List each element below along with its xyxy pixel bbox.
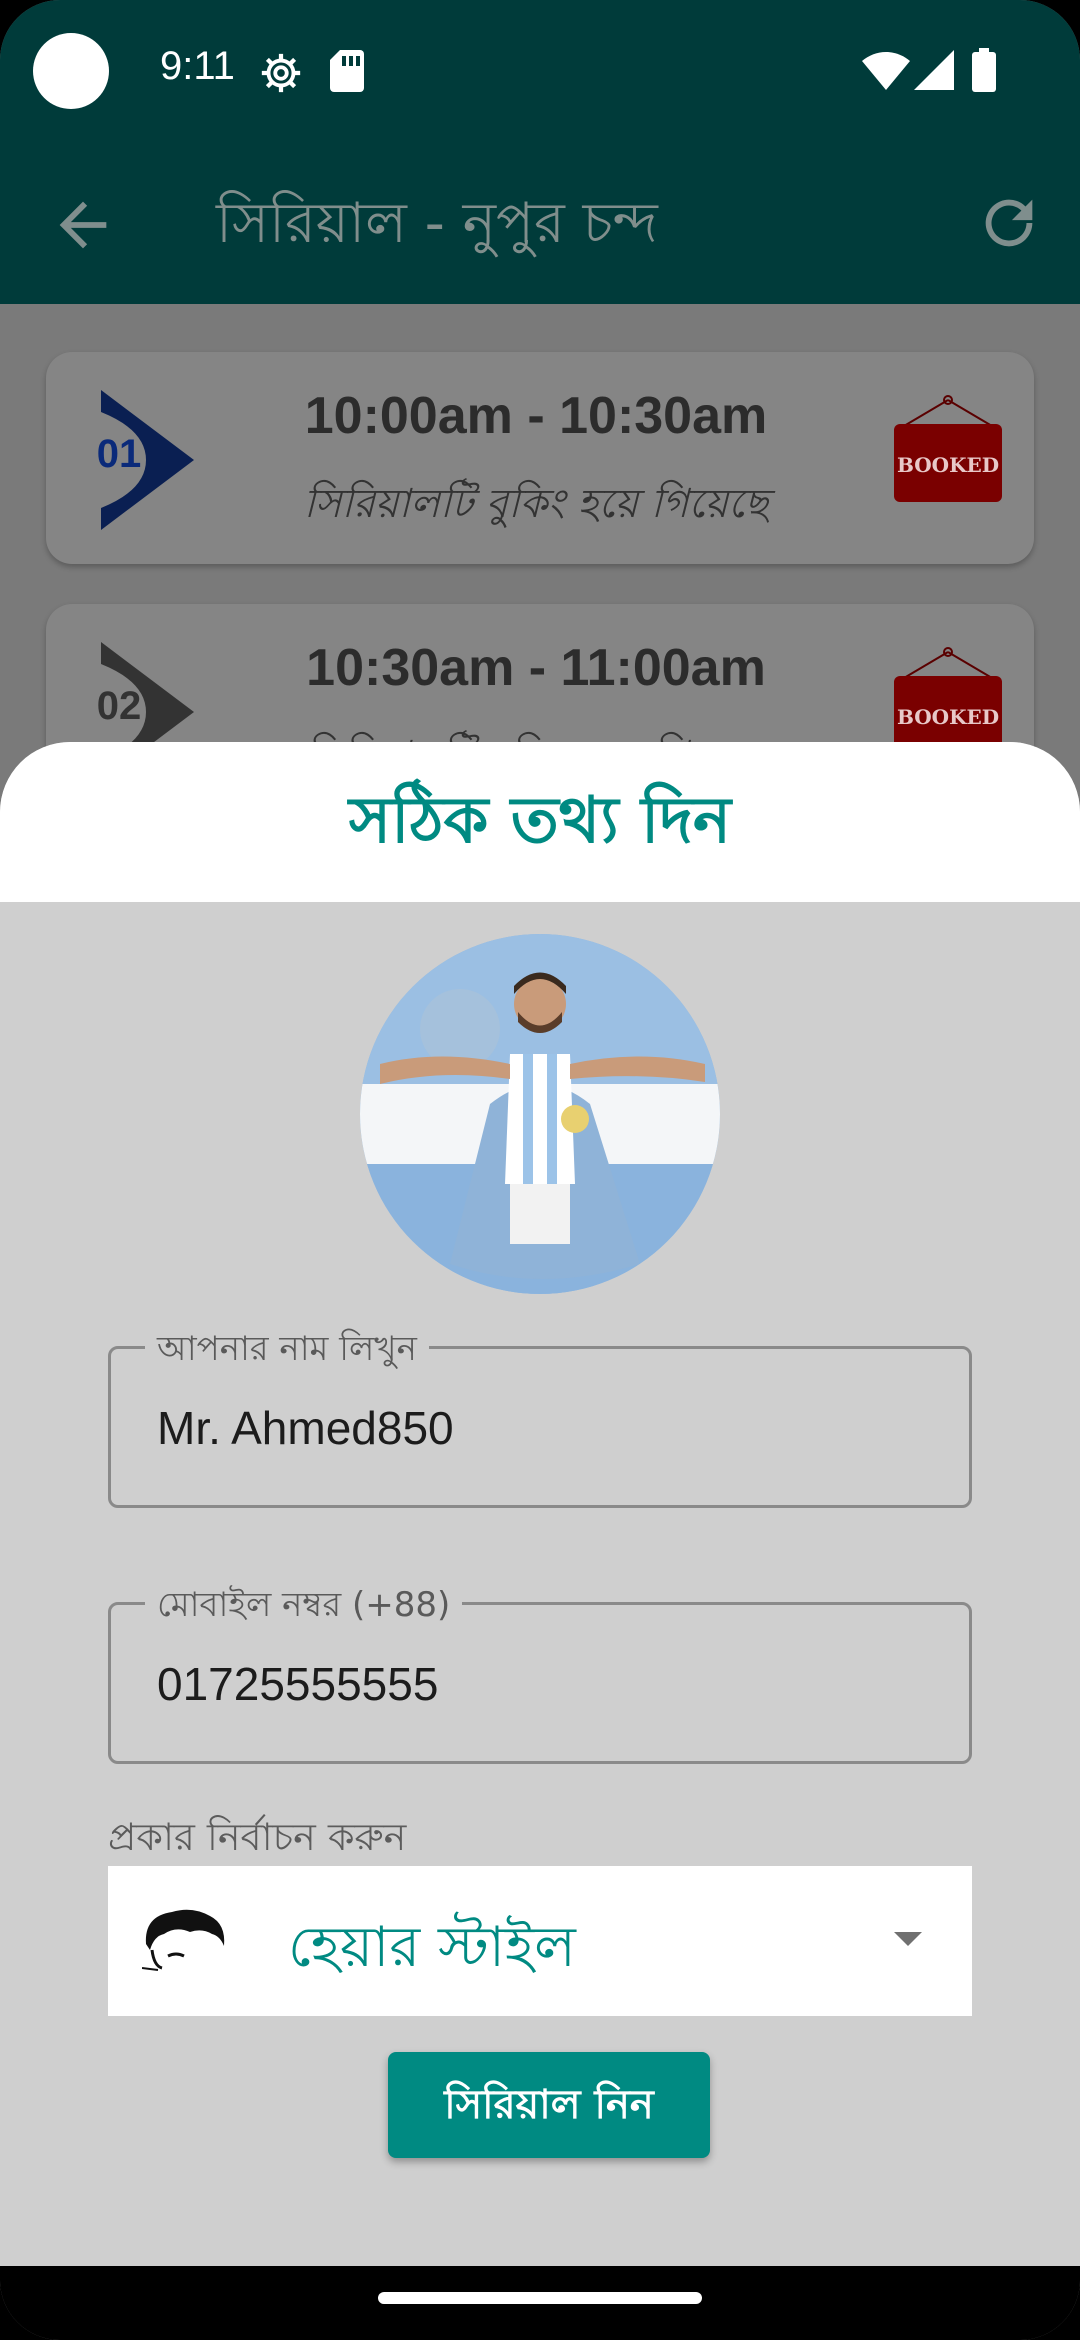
type-select-label: প্রকার নির্বাচন করুন [108,1815,407,1859]
name-field-value[interactable]: Mr. Ahmed850 [157,1401,454,1455]
status-time: 9:11 [160,44,235,88]
home-indicator[interactable] [378,2292,702,2304]
sheet-title: সঠিক তথ্য দিন [348,784,732,858]
booked-badge-label: BOOKED [897,705,999,729]
serial-list: 01 10:00am - 10:30am সিরিয়ালটি বুকিং হয… [0,304,1080,816]
slot-time: 10:30am - 11:00am [306,639,766,697]
booked-badge-icon: BOOKED [894,395,1002,502]
slot-number: 02 [96,684,142,728]
battery-icon [972,48,996,92]
avatar-image [360,934,720,1294]
mobile-field-label: মোবাইল নম্বর (+88) [145,1579,463,1636]
name-field[interactable]: আপনার নাম লিখুন Mr. Ahmed850 [108,1323,972,1508]
slot-status: সিরিয়ালটি বুকিং হয়ে গিয়েছে [303,481,769,527]
settings-gear-icon [261,53,301,93]
avatar [360,934,720,1294]
take-serial-button[interactable]: সিরিয়াল নিন [388,2052,710,2158]
slot-time: 10:00am - 10:30am [304,387,768,445]
type-select[interactable]: হেয়ার স্টাইল [108,1866,972,2016]
hair-style-icon [142,1909,225,1971]
sd-card-icon [330,50,364,92]
navigation-bar [0,2266,1080,2340]
name-field-label: আপনার নাম লিখুন [145,1323,429,1380]
cell-signal-icon [914,50,954,90]
arrow-back-icon[interactable] [48,190,118,260]
status-bar: 9:11 [0,0,1080,140]
dropdown-arrow-icon[interactable] [888,1924,928,1954]
app-bar: সিরিয়াল - নুপুর চন্দ [0,150,1080,300]
booked-badge-label: BOOKED [897,453,999,477]
slot-number: 01 [96,432,142,476]
mobile-field[interactable]: মোবাইল নম্বর (+88) 01725555555 [108,1579,972,1764]
app-screen: 9:11 সিরিয়াল - নুপুর চন্দ 01 10:00am - … [0,0,1080,2340]
page-title: সিরিয়াল - নুপুর চন্দ [216,191,658,256]
wifi-icon [862,52,910,90]
serial-slot-card[interactable]: 01 10:00am - 10:30am সিরিয়ালটি বুকিং হয… [46,352,1034,564]
booking-bottom-sheet: সঠিক তথ্য দিন আপনার নাম লিখুন Mr. Ahmed8… [0,742,1080,2266]
camera-cutout [33,33,109,109]
sheet-header: সঠিক তথ্য দিন [0,742,1080,902]
type-select-value: হেয়ার স্টাইল [288,1915,576,1980]
mobile-field-value[interactable]: 01725555555 [157,1657,438,1711]
refresh-icon[interactable] [974,188,1044,258]
